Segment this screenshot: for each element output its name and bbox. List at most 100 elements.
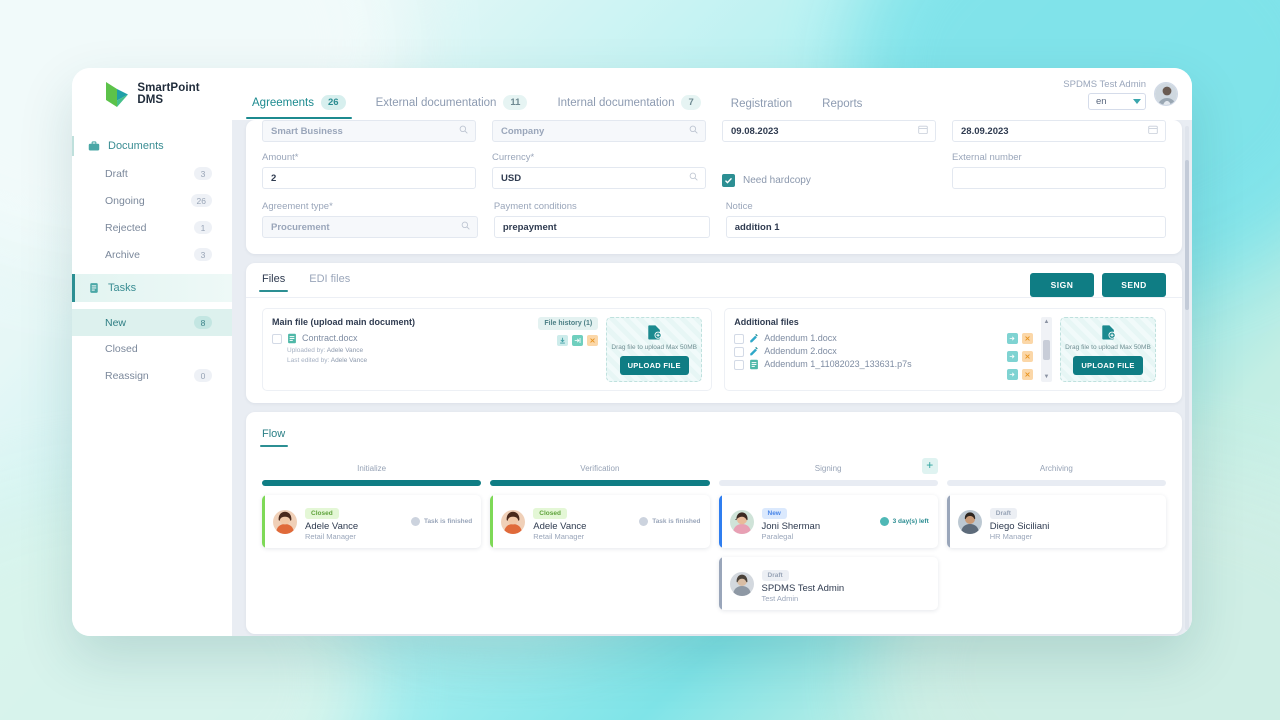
notice-input[interactable]: addition 1	[725, 216, 1166, 238]
sidebar-section-documents[interactable]: Documents	[72, 132, 232, 160]
agreement-type-label: Agreement type*	[262, 201, 333, 212]
sidebar-documents-label: Documents	[108, 140, 164, 152]
sidebar-item-draft[interactable]: Draft 3	[72, 160, 232, 187]
date-to-input[interactable]: 28.09.2023	[952, 120, 1166, 142]
share-icon[interactable]	[1007, 369, 1018, 381]
language-select[interactable]: en	[1088, 92, 1146, 110]
search-icon[interactable]	[689, 172, 698, 184]
calendar-icon[interactable]	[918, 125, 928, 138]
delete-icon[interactable]	[587, 335, 599, 346]
tab-agreements[interactable]: Agreements 26	[246, 95, 352, 119]
additional-upload-file-button[interactable]: UPLOAD FILE	[1073, 356, 1143, 376]
delete-icon[interactable]	[1022, 333, 1033, 345]
main-file-checkbox[interactable]	[272, 334, 282, 344]
list-item[interactable]: Addendum 1.docx	[734, 333, 999, 344]
tab-internal-documentation-count: 7	[681, 95, 701, 110]
subtab-edi-files[interactable]: EDI files	[309, 273, 350, 292]
plus-icon[interactable]: +	[921, 458, 938, 475]
sign-button[interactable]: SIGN	[1030, 273, 1094, 297]
sidebar-tasks-label: Tasks	[108, 282, 137, 294]
main-file-row[interactable]: Contract.docx	[272, 333, 530, 344]
tab-registration[interactable]: Registration	[729, 98, 794, 119]
sidebar-section-tasks[interactable]: Tasks	[72, 274, 232, 302]
currency-input[interactable]: USD	[492, 167, 706, 189]
participant-info: Closed Adele Vance Retail Manager	[533, 502, 631, 541]
additional-file-name: Addendum 1_11082023_133631.p7s	[764, 359, 912, 369]
agreement-type-input[interactable]: Procurement	[262, 216, 478, 238]
contractor-input[interactable]: Smart Business	[262, 120, 476, 142]
amount-input[interactable]: 2	[262, 167, 476, 189]
participant-name: Adele Vance	[533, 521, 587, 533]
amount-value: 2	[271, 172, 277, 184]
sidebar-item-new[interactable]: New 8	[72, 309, 232, 336]
sidebar-item-rejected[interactable]: Rejected 1	[72, 214, 232, 241]
payment-conditions-input[interactable]: prepayment	[493, 216, 710, 238]
briefcase-icon	[88, 141, 100, 151]
main-file-title: Main file (upload main document)	[272, 317, 416, 327]
calendar-icon[interactable]	[1148, 125, 1158, 138]
app-logo[interactable]: SmartPoint DMS	[72, 68, 232, 120]
sidebar-item-reassign[interactable]: Reassign 0	[72, 362, 232, 389]
clock-icon	[639, 517, 649, 527]
additional-files-dropzone[interactable]: Drag file to upload Max 50MB UPLOAD FILE	[1060, 317, 1156, 383]
company-input[interactable]: Company	[492, 120, 706, 142]
stage-initialize-label: Initialize	[357, 463, 387, 473]
company-value: Company	[501, 125, 545, 137]
participant-name: Joni Sherman	[761, 521, 821, 533]
last-edited-value: Adele Vance	[330, 357, 368, 365]
list-item[interactable]: Addendum 1_11082023_133631.p7s	[734, 359, 999, 370]
download-icon[interactable]	[557, 335, 569, 346]
sidebar-item-ongoing[interactable]: Ongoing 26	[72, 187, 232, 214]
sidebar-item-rejected-label: Rejected	[105, 221, 147, 234]
share-icon[interactable]	[1007, 351, 1018, 363]
flow-participant-card[interactable]: New Joni Sherman Paralegal 3 day(s) left	[718, 495, 938, 549]
search-icon[interactable]	[689, 125, 698, 137]
share-icon[interactable]	[1007, 333, 1018, 345]
send-button[interactable]: SEND	[1102, 273, 1166, 297]
need-hardcopy-checkbox[interactable]	[722, 173, 735, 187]
main-file-dropzone[interactable]: Drag file to upload Max 50MB UPLOAD FILE	[606, 317, 703, 383]
files-body: Main file (upload main document) Contrac…	[262, 308, 1166, 392]
tab-external-documentation[interactable]: External documentation 11	[374, 95, 530, 119]
sidebar-item-reassign-count: 0	[194, 369, 212, 382]
stage-initialize-progress	[262, 480, 482, 487]
share-icon[interactable]	[572, 335, 584, 346]
additional-file-checkbox[interactable]	[734, 360, 745, 370]
additional-file-checkbox[interactable]	[734, 334, 745, 344]
main-tabs: Agreements 26 External documentation 11 …	[232, 68, 1063, 120]
tab-internal-documentation[interactable]: Internal documentation 7	[555, 95, 702, 119]
search-icon[interactable]	[459, 125, 468, 137]
participant-info: Draft Diego Siciliani HR Manager	[989, 502, 1157, 541]
status-badge: Closed	[533, 508, 567, 520]
external-number-input[interactable]	[952, 167, 1166, 189]
content-scrollbar-thumb[interactable]	[1185, 160, 1189, 310]
task-status-label: Task is finished	[423, 518, 473, 526]
flow-participant-card[interactable]: Draft SPDMS Test Admin Test Admin	[718, 557, 938, 611]
scroll-up-icon[interactable]: ▲	[1044, 319, 1050, 325]
list-item[interactable]: Addendum 2.docx	[734, 346, 999, 357]
delete-icon[interactable]	[1022, 369, 1033, 381]
scrollbar-thumb[interactable]	[1043, 339, 1050, 360]
delete-icon[interactable]	[1022, 351, 1033, 363]
sidebar-item-archive[interactable]: Archive 3	[72, 241, 232, 268]
scroll-down-icon[interactable]: ▼	[1044, 374, 1050, 380]
notice-value: addition 1	[734, 221, 780, 233]
subtab-files[interactable]: Files	[258, 273, 289, 292]
sidebar-item-closed[interactable]: Closed	[72, 336, 232, 362]
main-upload-file-button[interactable]: UPLOAD FILE	[619, 356, 689, 376]
additional-files-scrollbar[interactable]: ▲ ▼	[1041, 317, 1052, 383]
participant-info: Closed Adele Vance Retail Manager	[305, 502, 403, 541]
avatar[interactable]	[1154, 82, 1178, 106]
external-number-label: External number	[952, 152, 1022, 163]
flow-participant-card[interactable]: Closed Adele Vance Retail Manager Task i…	[490, 495, 710, 549]
flow-participant-card[interactable]: Draft Diego Siciliani HR Manager	[946, 495, 1166, 549]
flow-participant-card[interactable]: Closed Adele Vance Retail Manager Task i…	[262, 495, 482, 549]
user-area: SPDMS Test Admin en	[1063, 68, 1192, 120]
file-history-pill[interactable]: File history (1)	[538, 317, 599, 330]
search-icon[interactable]	[461, 221, 470, 233]
files-actions: SIGN SEND	[1030, 273, 1166, 297]
tab-reports[interactable]: Reports	[820, 98, 864, 119]
need-hardcopy-row[interactable]: Need hardcopy	[722, 169, 936, 191]
date-from-input[interactable]: 09.08.2023	[722, 120, 936, 142]
additional-file-checkbox[interactable]	[734, 347, 745, 357]
